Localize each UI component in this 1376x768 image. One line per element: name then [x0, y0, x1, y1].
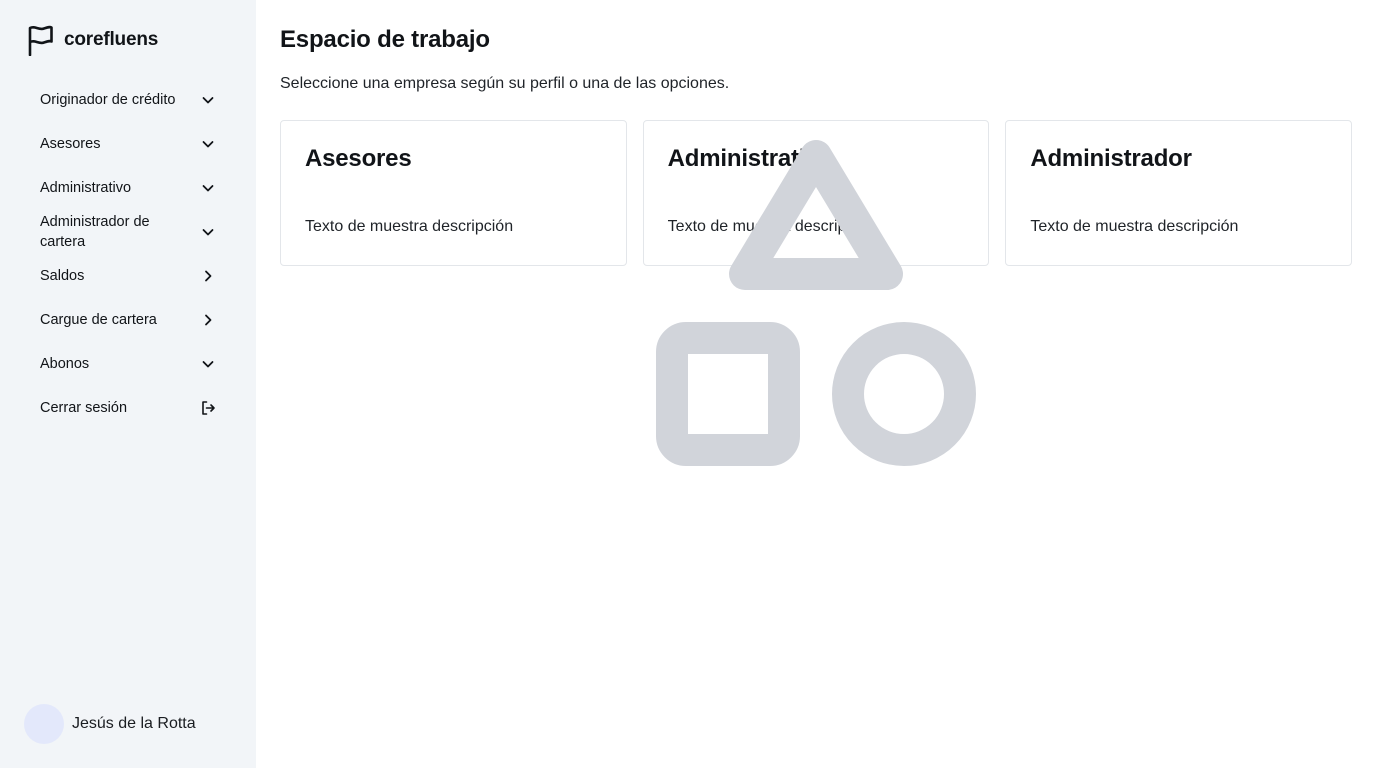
- sidebar-item-label: Cargue de cartera: [40, 312, 157, 328]
- avatar: [24, 704, 64, 744]
- sidebar-item-administrador-de-cartera[interactable]: Administrador de cartera: [24, 210, 232, 254]
- card-description: Texto de muestra descripción: [667, 218, 876, 235]
- sidebar-item-asesores[interactable]: Asesores: [24, 122, 232, 166]
- chevron-down-icon: [200, 180, 216, 196]
- sidebar-item-cargue-de-cartera[interactable]: Cargue de cartera: [24, 298, 232, 342]
- page-title: Espacio de trabajo: [280, 26, 490, 53]
- brand[interactable]: corefluens: [26, 24, 158, 56]
- card-title: Administrativo: [667, 145, 833, 172]
- page-subtitle: Seleccione una empresa según su perfil o…: [280, 75, 730, 92]
- sidebar-item-cerrar-sesion[interactable]: Cerrar sesión: [24, 386, 232, 430]
- workspace-cards: Asesores Texto de muestra descripción Ad…: [280, 120, 1353, 266]
- sidebar-item-label: Cerrar sesión: [40, 400, 128, 416]
- card-title: Asesores: [305, 145, 412, 172]
- app-root: corefluens Originador de crédito Asesore…: [0, 0, 1376, 768]
- chevron-right-icon: [200, 312, 216, 328]
- sidebar-item-label: Originador de crédito: [40, 92, 176, 108]
- logout-icon: [200, 400, 216, 416]
- card-description: Texto de muestra descripción: [1030, 218, 1239, 235]
- workspace-card-administrativo[interactable]: Administrativo Texto de muestra descripc…: [642, 120, 990, 266]
- sidebar-item-label: Asesores: [40, 136, 101, 152]
- main-content: Espacio de trabajo Seleccione una empres…: [280, 0, 1353, 266]
- user-profile[interactable]: Jesús de la Rotta: [24, 704, 196, 744]
- chevron-down-icon: [200, 224, 216, 240]
- circle-icon: [832, 322, 976, 466]
- sidebar: corefluens Originador de crédito Asesore…: [0, 0, 256, 768]
- sidebar-nav: Originador de crédito Asesores Administr…: [24, 78, 232, 430]
- card-description: Texto de muestra descripción: [305, 218, 514, 235]
- chevron-right-icon: [200, 268, 216, 284]
- workspace-card-asesores[interactable]: Asesores Texto de muestra descripción: [280, 120, 627, 266]
- square-icon: [656, 322, 800, 466]
- sidebar-item-label: Administrativo: [40, 180, 132, 196]
- sidebar-item-saldos[interactable]: Saldos: [24, 254, 232, 298]
- workspace-card-administrador[interactable]: Administrador Texto de muestra descripci…: [1005, 120, 1353, 266]
- card-title: Administrador: [1030, 145, 1192, 172]
- chevron-down-icon: [200, 92, 216, 108]
- flag-icon: [26, 24, 54, 56]
- chevron-down-icon: [200, 136, 216, 152]
- user-name: Jesús de la Rotta: [72, 715, 196, 732]
- sidebar-item-abonos[interactable]: Abonos: [24, 342, 232, 386]
- sidebar-item-administrativo[interactable]: Administrativo: [24, 166, 232, 210]
- sidebar-item-label: Abonos: [40, 356, 90, 372]
- sidebar-item-label: Administrador de cartera: [40, 214, 150, 250]
- chevron-down-icon: [200, 356, 216, 372]
- sidebar-item-label: Saldos: [40, 268, 85, 284]
- brand-name: corefluens: [64, 29, 159, 50]
- sidebar-item-originador-de-credito[interactable]: Originador de crédito: [24, 78, 232, 122]
